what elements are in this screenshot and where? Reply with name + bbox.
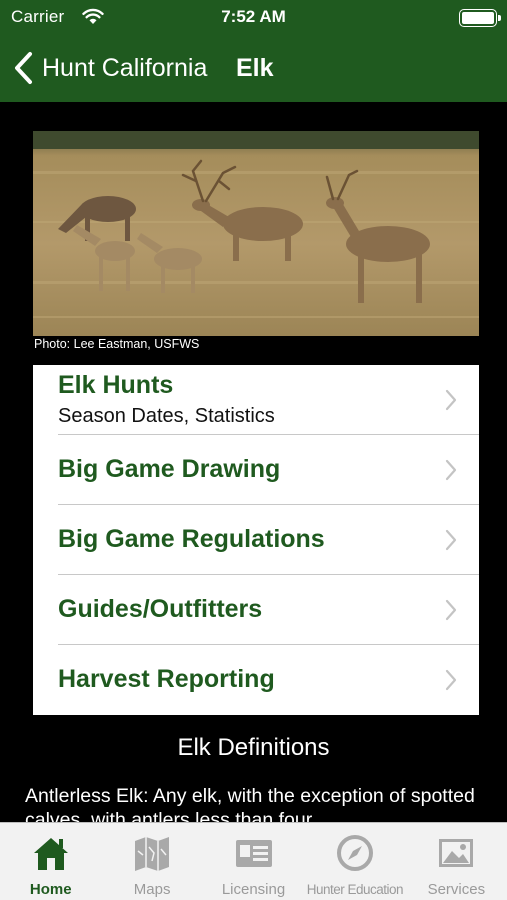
picture-icon <box>439 839 474 867</box>
tab-home[interactable]: Home <box>0 823 101 900</box>
compass-icon <box>336 835 373 871</box>
chevron-right-icon <box>445 669 457 691</box>
definition-text: Antlerless Elk: Any elk, with the except… <box>25 785 475 822</box>
menu-item-elk-hunts[interactable]: Elk Hunts Season Dates, Statistics <box>33 365 479 435</box>
section-title: Elk Definitions <box>177 734 330 761</box>
menu-item-label: Elk Hunts <box>58 371 174 399</box>
home-icon <box>33 838 68 870</box>
menu-list: Elk Hunts Season Dates, Statistics Big G… <box>33 365 479 715</box>
menu-item-big-game-regulations[interactable]: Big Game Regulations <box>33 505 479 575</box>
photo-credit: Photo: Lee Eastman, USFWS <box>34 337 200 351</box>
tab-hunter-education[interactable]: Hunter Education <box>304 823 405 900</box>
content-scroll-area[interactable]: Photo: Lee Eastman, USFWS Elk Hunts Seas… <box>0 102 507 822</box>
menu-item-label: Harvest Reporting <box>58 665 275 693</box>
menu-item-label: Big Game Regulations <box>58 525 325 553</box>
tab-label: Services <box>427 881 486 898</box>
chevron-right-icon <box>445 389 457 411</box>
page-title: Elk <box>236 54 274 82</box>
tab-services[interactable]: Services <box>406 823 507 900</box>
navigation-bar: Hunt California Elk <box>0 36 507 102</box>
menu-item-harvest-reporting[interactable]: Harvest Reporting <box>33 645 479 715</box>
menu-item-label: Big Game Drawing <box>58 455 281 483</box>
tab-label: Maps <box>133 881 171 898</box>
battery-icon <box>459 9 501 27</box>
chevron-right-icon <box>445 599 457 621</box>
back-button[interactable]: Hunt California <box>12 50 207 86</box>
tab-label: Home <box>29 881 72 898</box>
license-card-icon <box>235 840 272 867</box>
chevron-right-icon <box>445 529 457 551</box>
menu-item-sublabel: Season Dates, Statistics <box>58 405 275 427</box>
menu-item-guides-outfitters[interactable]: Guides/Outfitters <box>33 575 479 645</box>
map-icon <box>135 837 170 871</box>
tab-label: Hunter Education <box>306 882 404 897</box>
tab-bar: Home Maps Licensing Hunter Education Ser… <box>0 822 507 900</box>
menu-item-big-game-drawing[interactable]: Big Game Drawing <box>33 435 479 505</box>
tab-licensing[interactable]: Licensing <box>203 823 304 900</box>
tab-maps[interactable]: Maps <box>101 823 202 900</box>
elk-photo <box>33 131 479 336</box>
status-bar: Carrier 7:52 AM <box>0 0 507 36</box>
chevron-left-icon <box>15 52 32 84</box>
back-label: Hunt California <box>42 53 208 82</box>
clock: 7:52 AM <box>221 7 286 26</box>
chevron-right-icon <box>445 459 457 481</box>
menu-item-label: Guides/Outfitters <box>58 595 263 623</box>
tab-label: Licensing <box>221 881 286 898</box>
